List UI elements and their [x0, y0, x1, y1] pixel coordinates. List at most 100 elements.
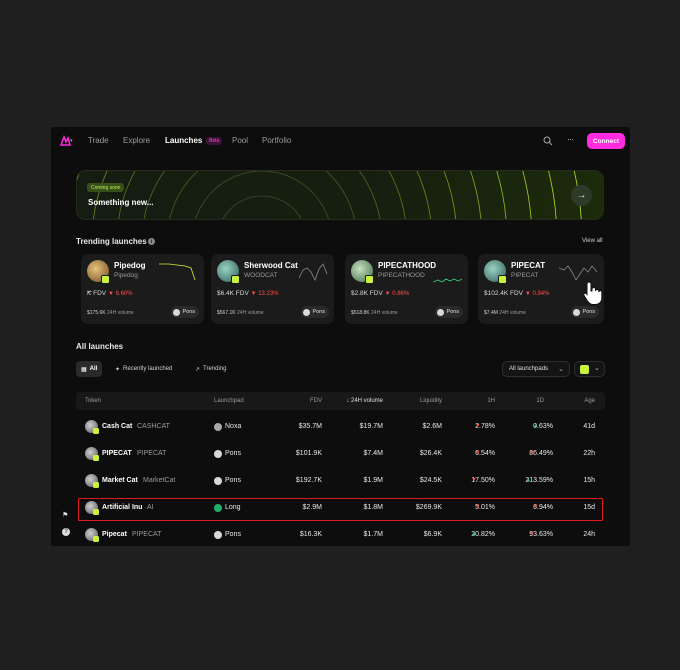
more-icon[interactable]: ··· — [567, 134, 574, 144]
age-value: 41d — [583, 423, 595, 430]
launchpad-badge-icon — [231, 275, 240, 284]
table-header: Token Launchpad FDV ↓ 24H volume Liquidi… — [76, 392, 605, 410]
liquidity-value: $6.9K — [423, 531, 442, 538]
sparkle-icon: ✦ — [115, 366, 121, 373]
trending-card[interactable]: Pipedog Pipedog K FDV ▼ 6.60% $175.6K 24… — [81, 254, 204, 324]
carousel-prev-icon[interactable]: ← — [86, 286, 94, 295]
col-1d[interactable]: 1D — [536, 398, 544, 404]
col-1h[interactable]: 1H — [487, 398, 495, 404]
trending-card[interactable]: Sherwood Cat WOODCAT $6.4K FDV ▼ 13.23% … — [211, 254, 334, 324]
volume-value: $1.9M — [363, 477, 383, 484]
change-1d: ▲ 213.59% — [525, 477, 553, 484]
nav-explore[interactable]: Explore — [123, 136, 150, 145]
launchpad-pill: Pons — [435, 306, 463, 318]
pons-icon — [173, 308, 181, 316]
filter-trending[interactable]: ↗ Trending — [195, 361, 227, 377]
sparkline-chart — [159, 263, 196, 281]
launchpad-name: Pons — [225, 450, 241, 457]
token-ticker: PIPECATHOOD — [378, 272, 425, 279]
chevron-down-icon: ⌄ — [558, 366, 564, 373]
search-icon[interactable] — [543, 136, 553, 146]
connect-button[interactable]: Connect — [587, 133, 625, 149]
info-icon[interactable]: i — [148, 238, 155, 245]
launchpad-name: Pons — [225, 477, 241, 484]
token-ticker: PIPECAT — [511, 272, 539, 279]
banner-title: Something new... — [88, 198, 154, 207]
beta-badge: Beta — [206, 137, 223, 145]
token-volume: $7.4M 24H volume — [484, 310, 526, 316]
launchpad-icon — [214, 423, 222, 431]
launchpad-icon — [214, 450, 222, 458]
volume-value: $19.7M — [359, 423, 383, 430]
help-icon[interactable]: ? — [62, 528, 70, 536]
age-value: 24h — [583, 531, 595, 538]
token-volume: $567.1K 24H volume — [217, 310, 264, 316]
token-ticker: PIPECAT — [137, 450, 167, 457]
launchpad-badge-icon — [498, 275, 507, 284]
token-fdv: $2.8K FDV ▼ 0.86% — [351, 290, 410, 297]
change-1d: ▲ 0.63% — [533, 423, 553, 430]
fdv-value: $35.7M — [298, 423, 322, 430]
change-1h: ▼ 2.78% — [475, 423, 495, 430]
chevron-down-icon: ⌄ — [594, 365, 600, 372]
age-value: 15h — [583, 477, 595, 484]
token-ticker: CASHCAT — [137, 423, 170, 430]
nav-pool[interactable]: Pool — [232, 136, 248, 145]
trending-icon: ↗ — [195, 366, 201, 373]
col-fdv[interactable]: FDV — [310, 398, 322, 404]
token-ticker: WOODCAT — [244, 272, 278, 279]
token-volume: $518.8K 24H volume — [351, 310, 398, 316]
hand-cursor-icon — [583, 281, 603, 305]
table-row[interactable]: Pipecat PIPECAT Pons $16.3K $1.7M $6.9K ▲ 20.8… — [76, 521, 605, 546]
token-ticker: MarketCat — [143, 477, 176, 484]
age-value: 22h — [583, 450, 595, 457]
pons-icon — [573, 308, 581, 316]
top-nav: ▾ Trade Explore Launches Beta Pool Portf… — [51, 127, 630, 155]
launchpad-badge-icon — [101, 275, 110, 284]
arrow-right-icon: → — [576, 190, 587, 201]
logo-icon[interactable]: ▾ — [59, 135, 73, 147]
liquidity-value: $26.4K — [419, 450, 442, 457]
chain-icon — [580, 365, 589, 374]
filter-all[interactable]: ▦ All — [76, 361, 103, 377]
table-row[interactable]: Cash Cat CASHCAT Noxa $35.7M $19.7M $2.6M ▼ 2.… — [76, 413, 605, 440]
launchpad-pill: Pons — [171, 306, 199, 318]
token-name: PIPECATHOOD — [378, 261, 437, 270]
coming-soon-banner[interactable]: Coming soon Something new... → — [76, 170, 604, 220]
col-launchpad[interactable]: Launchpad — [214, 398, 244, 404]
token-ticker: PIPECAT — [132, 531, 162, 538]
chain-select[interactable]: ⌄ — [574, 361, 605, 377]
col-24h-volume[interactable]: ↓ 24H volume — [346, 398, 383, 404]
flag-icon[interactable]: ⚑ — [62, 511, 68, 519]
token-fdv: $6.4K FDV ▼ 13.23% — [217, 290, 279, 297]
banner-next-button[interactable]: → — [571, 185, 592, 206]
token-fdv: $102.4K FDV ▼ 0.84% — [484, 290, 550, 297]
col-liquidity[interactable]: Liquidity — [420, 398, 442, 404]
all-launches-title: All launches — [76, 342, 124, 351]
col-age[interactable]: Age — [584, 398, 595, 404]
launchpad-pill: Pons — [301, 306, 329, 318]
table-row[interactable]: PIPECAT PIPECAT Pons $101.9K $7.4M $26.4K ▼ 6.… — [76, 440, 605, 467]
launchpad-name: Pons — [225, 531, 241, 538]
liquidity-value: $24.5K — [419, 477, 442, 484]
nav-portfolio[interactable]: Portfolio — [262, 136, 291, 145]
app-window: ▾ Trade Explore Launches Beta Pool Portf… — [51, 127, 630, 546]
trending-card[interactable]: PIPECATHOOD PIPECATHOOD $2.8K FDV ▼ 0.86… — [345, 254, 468, 324]
change-1h: ▲ 20.82% — [471, 531, 495, 538]
token-ticker: Pipedog — [114, 272, 138, 279]
trending-title: Trending launches — [76, 237, 147, 246]
fdv-value: $16.3K — [299, 531, 322, 538]
col-token[interactable]: Token — [85, 398, 101, 404]
svg-text:▾: ▾ — [70, 138, 73, 144]
nav-launches[interactable]: Launches — [165, 136, 202, 145]
nav-trade[interactable]: Trade — [88, 136, 109, 145]
launchpad-select[interactable]: All launchpads ⌄ — [502, 361, 570, 377]
view-all-link[interactable]: View all — [582, 238, 603, 244]
table-row[interactable]: Market Cat MarketCat Pons $192.7K $1.9M $24.5… — [76, 467, 605, 494]
launchpad-name: Noxa — [225, 423, 242, 430]
filter-recently-launched[interactable]: ✦ Recently launched — [115, 361, 172, 377]
launchpad-badge-icon — [365, 275, 374, 284]
fdv-value: $192.7K — [295, 477, 322, 484]
sparkline-chart — [299, 263, 328, 282]
change-1d: ▼ 93.63% — [529, 531, 553, 538]
